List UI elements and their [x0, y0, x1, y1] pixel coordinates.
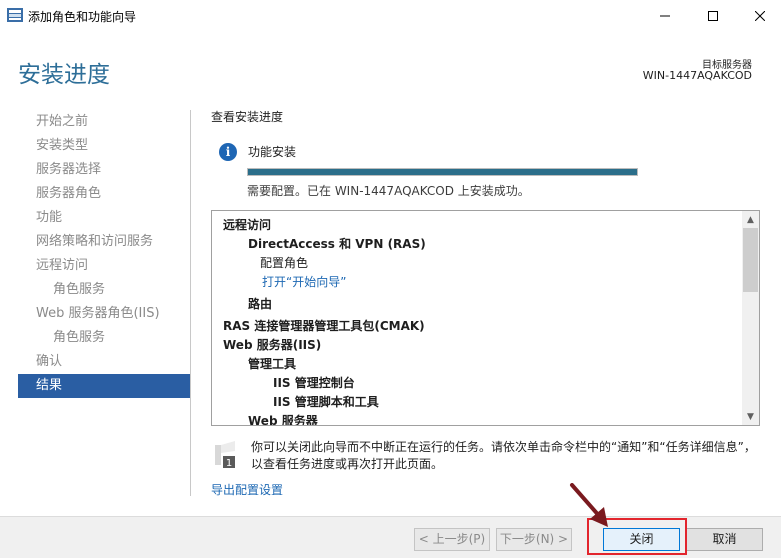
window-title: 添加角色和功能向导	[28, 10, 137, 24]
result-row: DirectAccess 和 VPN (RAS)	[248, 237, 426, 251]
server-manager-icon	[7, 8, 23, 22]
results-content: 远程访问 DirectAccess 和 VPN (RAS) 配置角色打开“开始向导”…	[212, 211, 742, 425]
target-server-name: WIN-1447AQAKCOD	[642, 69, 752, 82]
close-icon	[755, 10, 765, 21]
next-button[interactable]: 下一步(N) >	[496, 528, 572, 551]
minimize-button[interactable]	[642, 0, 688, 31]
nav-item[interactable]: 开始之前	[18, 110, 190, 134]
progress-fill	[248, 169, 637, 175]
result-row: Web 服务器	[248, 414, 318, 425]
results-list[interactable]: 远程访问 DirectAccess 和 VPN (RAS) 配置角色打开“开始向导”…	[211, 210, 760, 426]
close-wizard-note: 你可以关闭此向导而不中断正在运行的任务。请依次单击命令栏中的“通知”和“任务详细…	[251, 440, 756, 471]
scroll-down-icon[interactable]: ▼	[742, 408, 759, 425]
info-icon: i	[219, 143, 237, 161]
nav-divider	[190, 110, 191, 496]
nav-item[interactable]: 远程访问	[18, 254, 190, 278]
result-link[interactable]: 打开“开始向导”	[262, 273, 346, 290]
previous-button[interactable]: < 上一步(P)	[414, 528, 490, 551]
wizard-nav: 开始之前 安装类型 服务器选择 服务器角色 功能 网络策略和访问服务 远程访问 角色服务 Web…	[18, 110, 190, 398]
nav-item[interactable]: 角色服务	[18, 326, 190, 350]
flag-note-icon: 1	[215, 441, 235, 469]
result-row: 管理工具	[248, 357, 297, 371]
install-status: 需要配置。已在 WIN-1447AQAKCOD 上安装成功。	[247, 184, 530, 198]
result-row: Web 服务器(IIS)	[223, 338, 322, 352]
result-row: 配置角色	[260, 256, 309, 270]
nav-item[interactable]: 安装类型	[18, 134, 190, 158]
minimize-icon	[660, 15, 670, 16]
nav-item[interactable]: 服务器选择	[18, 158, 190, 182]
result-row: IIS 管理控制台	[273, 376, 355, 390]
nav-item[interactable]: 服务器角色	[18, 182, 190, 206]
maximize-button[interactable]	[690, 0, 736, 31]
maximize-icon	[708, 10, 718, 21]
nav-item[interactable]: Web 服务器角色(IIS)	[18, 302, 190, 326]
results-scrollbar[interactable]: ▲ ▼	[742, 211, 759, 425]
result-row: IIS 管理脚本和工具	[273, 395, 379, 409]
progress-bar	[247, 168, 638, 176]
svg-text:1: 1	[226, 458, 232, 469]
wizard-header: 安装进度 目标服务器 WIN-1447AQAKCOD	[0, 31, 781, 96]
scroll-up-icon[interactable]: ▲	[742, 211, 759, 228]
section-label: 查看安装进度	[211, 110, 284, 124]
nav-item[interactable]: 网络策略和访问服务	[18, 230, 190, 254]
install-label: 功能安装	[248, 145, 297, 159]
scroll-thumb[interactable]	[743, 228, 758, 292]
page-title: 安装进度	[18, 62, 110, 88]
cancel-button[interactable]: 取消	[686, 528, 763, 551]
nav-item[interactable]: 结果	[18, 374, 190, 398]
export-settings-link[interactable]: 导出配置设置	[211, 481, 283, 498]
nav-item[interactable]: 确认	[18, 350, 190, 374]
title-bar: 添加角色和功能向导	[0, 0, 781, 31]
pointer-arrow-icon	[570, 483, 608, 527]
result-row: 远程访问	[223, 218, 272, 232]
nav-item[interactable]: 角色服务	[18, 278, 190, 302]
window-close-button[interactable]	[737, 0, 781, 31]
nav-item[interactable]: 功能	[18, 206, 190, 230]
result-row: RAS 连接管理器管理工具包(CMAK)	[223, 319, 425, 333]
result-row: 路由	[248, 297, 273, 311]
